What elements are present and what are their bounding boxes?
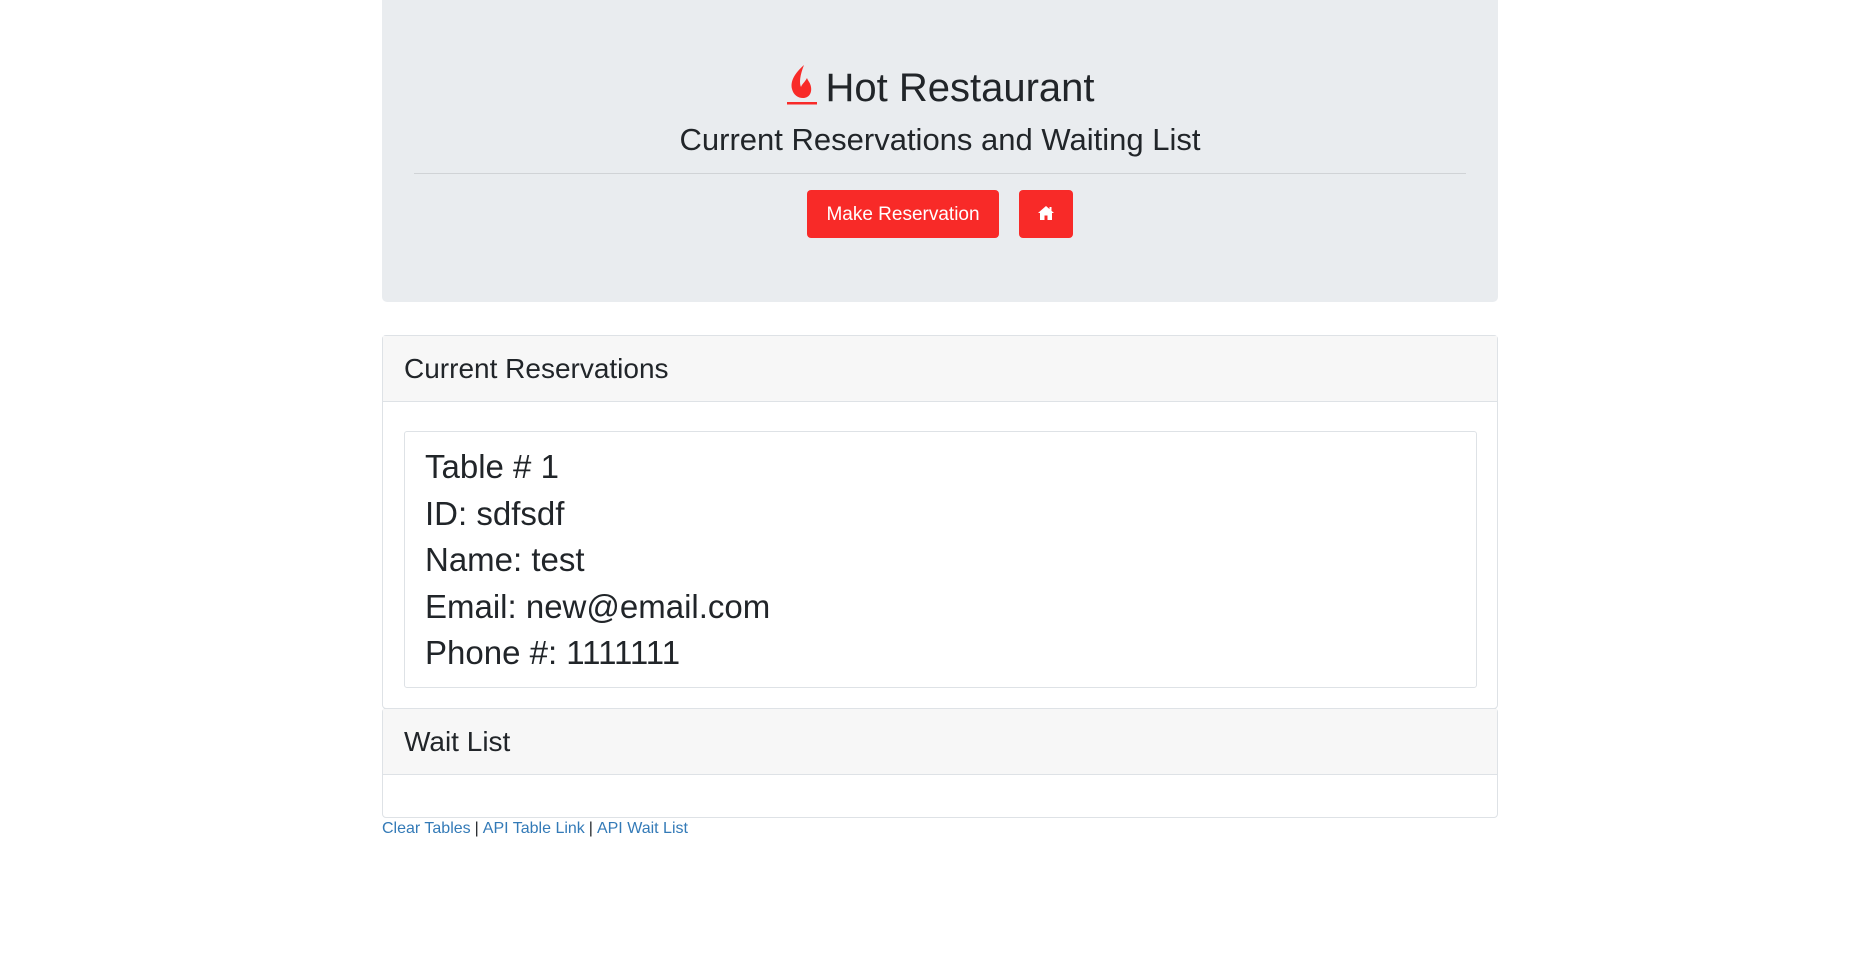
current-reservations-card: Current Reservations Table # 1 ID: sdfsd… bbox=[382, 335, 1498, 709]
title-text: Hot Restaurant bbox=[825, 66, 1095, 110]
wait-list-heading: Wait List bbox=[383, 709, 1497, 775]
fire-icon bbox=[785, 63, 819, 107]
reservation-table-number: Table # 1 bbox=[425, 448, 559, 485]
footer-links: Clear Tables | API Table Link | API Wait Lis… bbox=[382, 819, 688, 839]
page-subtitle: Current Reservations and Waiting List bbox=[679, 122, 1201, 157]
page-container: Hot Restaurant Current Reservations and … bbox=[382, 0, 1498, 837]
reservation-name: Name: test bbox=[425, 541, 585, 578]
reservation-phone: Phone #: 1111111 bbox=[425, 634, 681, 671]
reservation-email: Email: new@email.com bbox=[425, 587, 771, 625]
wait-list-card: Wait List bbox=[382, 708, 1498, 818]
header-actions: Make Reservation bbox=[382, 190, 1498, 238]
current-reservations-heading: Current Reservations bbox=[383, 336, 1497, 402]
link-separator: | bbox=[474, 820, 479, 837]
page-title: Hot Restaurant bbox=[382, 60, 1498, 116]
api-table-link[interactable]: API Table Link bbox=[483, 820, 585, 837]
link-separator: | bbox=[588, 820, 593, 837]
header-divider bbox=[414, 173, 1466, 174]
make-reservation-button[interactable]: Make Reservation bbox=[807, 190, 999, 238]
reservation-id: ID: sdfsdf bbox=[425, 494, 565, 532]
home-button[interactable] bbox=[1019, 190, 1073, 238]
header-jumbotron: Hot Restaurant Current Reservations and … bbox=[382, 0, 1498, 302]
api-wait-list-link[interactable]: API Wait List bbox=[597, 820, 688, 837]
clear-tables-link[interactable]: Clear Tables bbox=[382, 820, 471, 837]
reservation-entry: Table # 1 ID: sdfsdf Name: test Email: n… bbox=[404, 431, 1477, 688]
